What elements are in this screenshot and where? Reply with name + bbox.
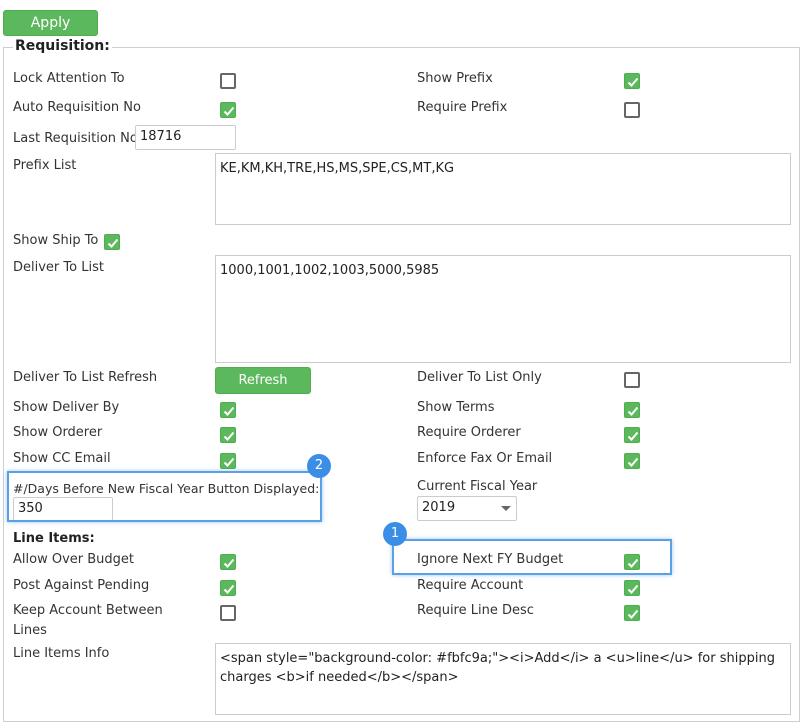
show-terms-checkbox[interactable]	[624, 402, 640, 418]
show-orderer-checkbox[interactable]	[220, 427, 236, 443]
require-account-checkbox[interactable]	[624, 580, 640, 596]
checkmark-icon	[223, 106, 235, 116]
deliver-only-label: Deliver To List Only	[417, 370, 542, 385]
allow-over-label: Allow Over Budget	[13, 552, 134, 567]
highlight-box-2	[7, 471, 322, 522]
require-line-desc-label: Require Line Desc	[417, 603, 534, 618]
lock-attention-label: Lock Attention To	[13, 71, 125, 86]
prefix-list-textarea[interactable]: KE,KM,KH,TRE,HS,MS,SPE,CS,MT,KG	[215, 153, 791, 225]
checkmark-icon	[223, 457, 235, 467]
deliver-to-list-textarea[interactable]: 1000,1001,1002,1003,5000,5985	[215, 255, 791, 363]
require-prefix-label: Require Prefix	[417, 100, 508, 115]
checkmark-icon	[223, 406, 235, 416]
checkmark-icon	[223, 431, 235, 441]
line-items-info-label: Line Items Info	[13, 646, 110, 661]
require-prefix-checkbox[interactable]	[624, 102, 640, 118]
show-orderer-label: Show Orderer	[13, 425, 103, 440]
post-against-checkbox[interactable]	[220, 580, 236, 596]
checkmark-icon	[107, 238, 119, 248]
prefix-list-label: Prefix List	[13, 158, 77, 173]
deliver-refresh-label: Deliver To List Refresh	[13, 370, 158, 385]
checkmark-icon	[627, 558, 639, 568]
keep-account-label-line2: Lines	[13, 623, 47, 638]
current-fy-value: 2019	[422, 500, 456, 515]
apply-button[interactable]: Apply	[3, 10, 98, 36]
require-line-desc-checkbox[interactable]	[624, 605, 640, 621]
checkmark-icon	[223, 584, 235, 594]
line-items-info-textarea[interactable]: <span style="background-color: #fbfc9a;"…	[215, 643, 791, 715]
require-orderer-label: Require Orderer	[417, 425, 521, 440]
enforce-fax-checkbox[interactable]	[624, 453, 640, 469]
auto-req-label: Auto Requisition No	[13, 100, 141, 115]
deliver-to-list-label: Deliver To List	[13, 260, 104, 275]
checkmark-icon	[223, 558, 235, 568]
show-cc-checkbox[interactable]	[220, 453, 236, 469]
show-deliver-by-label: Show Deliver By	[13, 400, 120, 415]
lock-attention-checkbox[interactable]	[220, 73, 236, 89]
show-prefix-checkbox[interactable]	[624, 73, 640, 89]
refresh-button[interactable]: Refresh	[215, 367, 311, 394]
checkmark-icon	[627, 457, 639, 467]
annotation-badge-1: 1	[383, 522, 407, 546]
checkmark-icon	[627, 406, 639, 416]
chevron-down-icon	[501, 506, 511, 511]
show-terms-label: Show Terms	[417, 400, 495, 415]
deliver-only-checkbox[interactable]	[624, 372, 640, 388]
checkmark-icon	[627, 609, 639, 619]
show-deliver-by-checkbox[interactable]	[220, 402, 236, 418]
last-req-input[interactable]: 18716	[135, 125, 236, 150]
requisition-legend: Requisition:	[13, 38, 112, 54]
show-ship-to-label: Show Ship To	[13, 233, 99, 248]
keep-account-checkbox[interactable]	[220, 605, 236, 621]
checkmark-icon	[627, 431, 639, 441]
show-cc-label: Show CC Email	[13, 451, 111, 466]
checkmark-icon	[627, 77, 639, 87]
keep-account-label-line1: Keep Account Between	[13, 603, 163, 618]
show-prefix-label: Show Prefix	[417, 71, 493, 86]
current-fy-label: Current Fiscal Year	[417, 479, 538, 494]
line-items-title: Line Items:	[13, 531, 95, 546]
last-req-label: Last Requisition No	[13, 131, 138, 146]
allow-over-checkbox[interactable]	[220, 554, 236, 570]
enforce-fax-label: Enforce Fax Or Email	[417, 451, 553, 466]
annotation-badge-2: 2	[307, 454, 331, 478]
require-account-label: Require Account	[417, 578, 524, 593]
checkmark-icon	[627, 584, 639, 594]
show-ship-to-checkbox[interactable]	[104, 234, 120, 250]
ignore-next-checkbox[interactable]	[624, 554, 640, 570]
auto-req-checkbox[interactable]	[220, 102, 236, 118]
ignore-next-label: Ignore Next FY Budget	[417, 552, 564, 567]
current-fy-select[interactable]: 2019	[417, 496, 517, 521]
require-orderer-checkbox[interactable]	[624, 427, 640, 443]
post-against-label: Post Against Pending	[13, 578, 150, 593]
